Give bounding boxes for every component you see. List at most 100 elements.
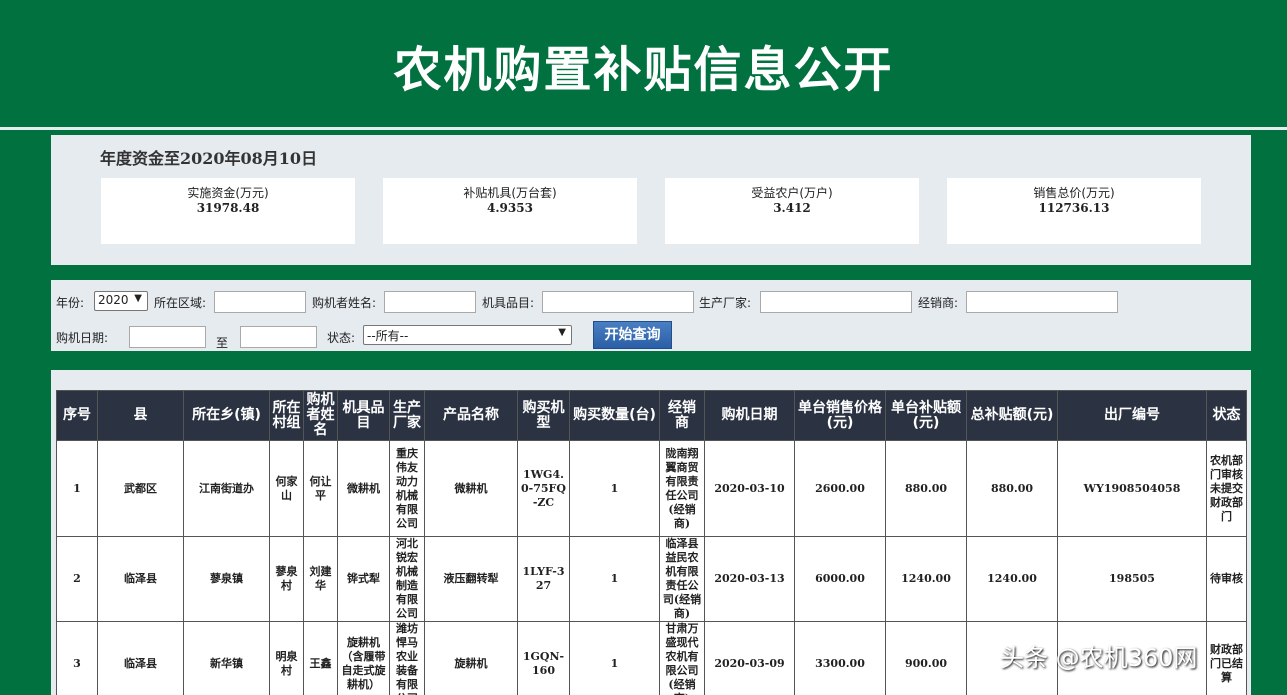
table-cell: 880.00 [885,440,967,537]
date-to-label: 至 [216,336,229,350]
stat-card-funds: 实施资金(万元) 31978.48 [101,178,355,244]
column-header: 单台销售价格(元) [794,390,886,441]
region-label: 所在区域: [154,296,207,310]
stat-value: 4.9353 [487,201,533,215]
column-header: 单台补贴额(元) [885,390,967,441]
year-select-value: 2020 [98,293,129,307]
filter-panel: 年份: 2020 ▼ 所在区域: 购机者姓名: 机具品目: 生产厂家: 经销商:… [51,280,1251,351]
stat-label: 补贴机具(万台套) [463,186,557,200]
stat-card-farmers: 受益农户(万户) 3.412 [665,178,919,244]
manufacturer-input[interactable] [760,291,912,313]
year-select[interactable]: 2020 ▼ [94,291,148,311]
column-header: 序号 [56,390,98,441]
stat-label: 受益农户(万户) [751,186,833,200]
column-header: 总补贴额(元) [966,390,1058,441]
column-header: 购机者姓名 [303,390,338,441]
table-cell: 江南街道办 [183,440,270,537]
table-cell: 198505 [1057,536,1207,622]
search-button[interactable]: 开始查询 [593,321,672,349]
table-cell: 880.00 [966,440,1058,537]
table-cell: 2020-03-13 [704,536,795,622]
stat-value: 31978.48 [196,201,260,215]
dealer-input[interactable] [966,291,1118,313]
table-cell: 1 [569,440,660,537]
chevron-down-icon: ▼ [134,293,142,304]
stat-card-sales: 销售总价(万元) 112736.13 [947,178,1201,244]
column-header: 购买数量(台) [569,390,660,441]
category-label: 机具品目: [482,296,535,310]
table-cell: 1LYF-327 [517,536,570,622]
category-input[interactable] [542,291,694,313]
table-cell: 陇南翔翼商贸有限责任公司(经销商) [659,440,705,537]
column-header: 生产厂家 [389,390,425,441]
status-label: 状态: [327,331,356,345]
table-cell: 铧式犁 [337,536,390,622]
table-cell: 2600.00 [794,440,886,537]
table-cell: 武都区 [97,440,184,537]
column-header: 购买机型 [517,390,570,441]
column-header: 状态 [1206,390,1247,441]
buyer-label: 购机者姓名: [312,296,377,310]
table-cell: 旋耕机 [424,621,518,695]
chevron-down-icon: ▼ [558,327,566,338]
date-from-input[interactable] [129,326,206,348]
table-cell: 财政部门已结算 [1206,621,1247,695]
status-select[interactable]: --所有-- ▼ [363,325,572,345]
table-cell: 6000.00 [794,536,886,622]
table-cell: 1GQN-160 [517,621,570,695]
page-title: 农机购置补贴信息公开 [393,42,894,98]
table-cell: 900.00 [885,621,967,695]
buyer-name-input[interactable] [384,291,476,313]
stat-value: 3.412 [773,201,811,215]
table-cell: 2020-03-10 [704,440,795,537]
table-cell: 何让平 [303,440,338,537]
table-cell: 液压翻转犁 [424,536,518,622]
page-header: 农机购置补贴信息公开 [0,0,1287,130]
table-cell: 临泽县 [97,536,184,622]
table-cell: 新华镇 [183,621,270,695]
column-header: 经销商 [659,390,705,441]
table-cell: 3 [56,621,98,695]
watermark: 头条 @农机360网 [1000,644,1198,672]
table-cell: 蓼泉村 [269,536,304,622]
column-header: 所在村组 [269,390,304,441]
table-cell: 旋耕机（含履带自走式旋耕机） [337,621,390,695]
stat-value: 112736.13 [1038,201,1110,215]
table-cell: 微耕机 [337,440,390,537]
column-header: 产品名称 [424,390,518,441]
table-cell: 刘建华 [303,536,338,622]
table-cell: 王鑫 [303,621,338,695]
table-cell: 临泽县 [97,621,184,695]
stat-card-machines: 补贴机具(万台套) 4.9353 [383,178,637,244]
table-cell: 2020-03-09 [704,621,795,695]
table-cell: 1240.00 [885,536,967,622]
column-header: 机具品目 [337,390,390,441]
table-row: 2 临泽县 蓼泉镇 蓼泉村 刘建华 铧式犁 河北锐宏机械制造有限公司 液压翻转犁… [56,536,1247,622]
status-select-value: --所有-- [367,329,409,343]
date-to-input[interactable] [240,326,317,348]
dealer-label: 经销商: [918,296,959,310]
table-cell: 3300.00 [794,621,886,695]
table-cell: 农机部门审核未提交财政部门 [1206,440,1247,537]
region-input[interactable] [214,291,306,313]
year-label: 年份: [56,296,85,310]
stat-label: 销售总价(万元) [1033,186,1115,200]
summary-panel: 年度资金至2020年08月10日 实施资金(万元) 31978.48 补贴机具(… [51,135,1251,265]
stat-label: 实施资金(万元) [187,186,269,200]
table-cell: 重庆伟友动力机械有限公司 [389,440,425,537]
table-header-row: 序号 县 所在乡(镇) 所在村组 购机者姓名 机具品目 生产厂家 产品名称 购买… [56,390,1247,441]
table-cell: 1240.00 [966,536,1058,622]
table-row: 1 武都区 江南街道办 何家山 何让平 微耕机 重庆伟友动力机械有限公司 微耕机… [56,440,1247,537]
column-header: 出厂编号 [1057,390,1207,441]
date-label: 购机日期: [56,331,109,345]
table-cell: 河北锐宏机械制造有限公司 [389,536,425,622]
table-cell: 临泽县益民农机有限责任公司(经销商) [659,536,705,622]
table-cell: 2 [56,536,98,622]
table-cell: 1 [569,536,660,622]
table-cell: 1WG4.0-75FQ-ZC [517,440,570,537]
table-cell: 潍坊悍马农业装备有限公司 [389,621,425,695]
table-cell: 明泉村 [269,621,304,695]
table-cell: 微耕机 [424,440,518,537]
table-cell: 待审核 [1206,536,1247,622]
manufacturer-label: 生产厂家: [699,296,752,310]
